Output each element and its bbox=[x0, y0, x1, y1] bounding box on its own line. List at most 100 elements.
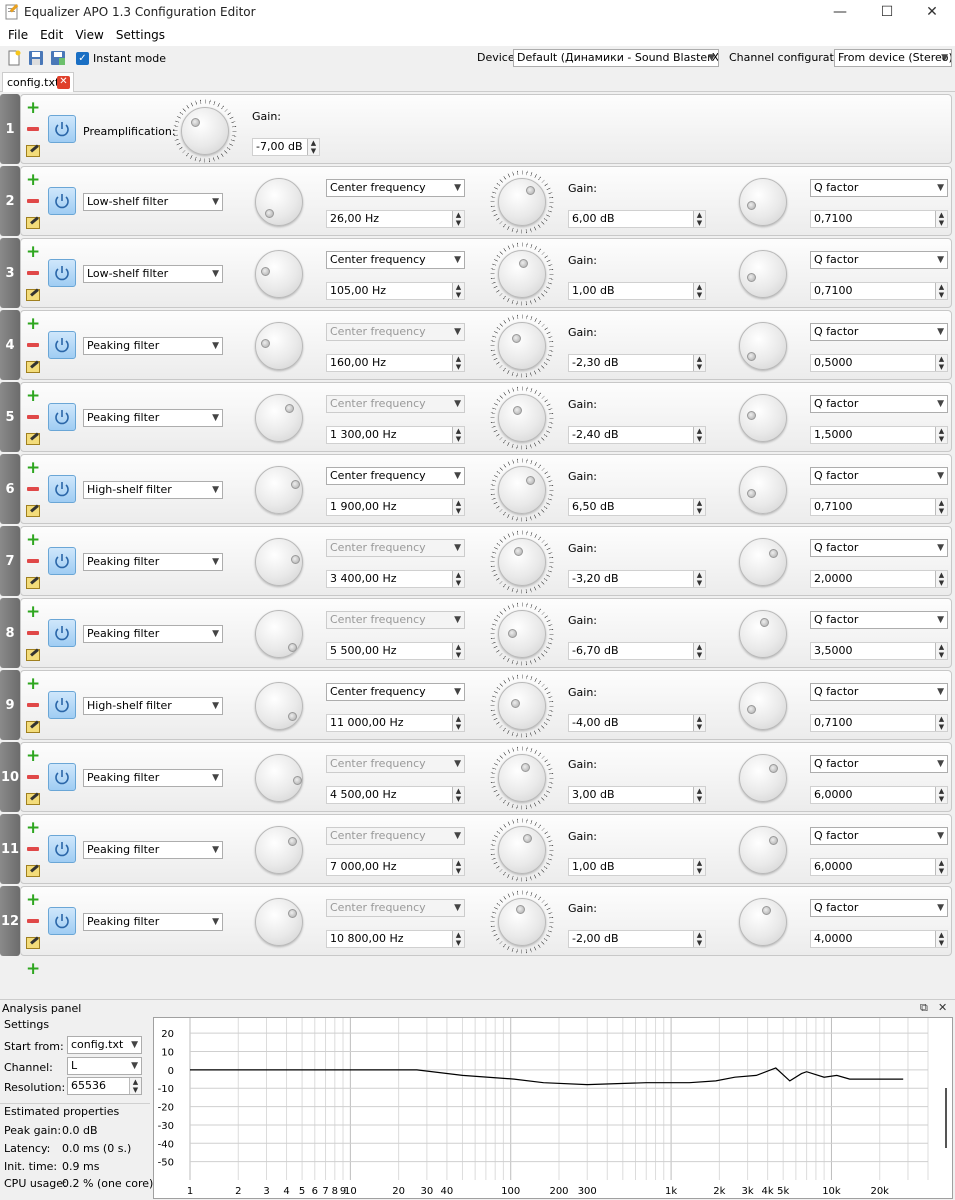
gain-knob[interactable] bbox=[498, 826, 546, 874]
spin-arrows-icon[interactable]: ▲ ▼ bbox=[452, 715, 464, 731]
frequency-param-select[interactable]: Center frequency ▼ bbox=[326, 467, 465, 485]
remove-filter-icon[interactable] bbox=[26, 482, 40, 496]
spin-arrows-icon[interactable]: ▲ ▼ bbox=[693, 931, 705, 947]
q-param-select[interactable]: Q factor ▼ bbox=[810, 899, 948, 917]
q-param-select[interactable]: Q factor ▼ bbox=[810, 539, 948, 557]
remove-filter-icon[interactable] bbox=[26, 410, 40, 424]
q-factor-input[interactable]: 1,5000 ▲ ▼ bbox=[810, 426, 948, 444]
spin-arrows-icon[interactable]: ▲ ▼ bbox=[693, 355, 705, 371]
q-factor-input[interactable]: 0,7100 ▲ ▼ bbox=[810, 714, 948, 732]
gain-input[interactable]: 6,50 dB ▲ ▼ bbox=[568, 498, 706, 516]
remove-filter-icon[interactable] bbox=[26, 842, 40, 856]
edit-filter-icon[interactable] bbox=[26, 503, 40, 517]
frequency-param-select[interactable]: Center frequency ▼ bbox=[326, 899, 465, 917]
frequency-param-select[interactable]: Center frequency ▼ bbox=[326, 611, 465, 629]
gain-input[interactable]: -3,20 dB ▲ ▼ bbox=[568, 570, 706, 588]
frequency-param-select[interactable]: Center frequency ▼ bbox=[326, 683, 465, 701]
remove-filter-icon[interactable] bbox=[26, 266, 40, 280]
filter-type-select[interactable]: Peaking filter ▼ bbox=[83, 625, 223, 643]
add-filter-icon[interactable]: + bbox=[26, 388, 40, 405]
frequency-knob[interactable] bbox=[255, 826, 303, 874]
edit-filter-icon[interactable] bbox=[26, 935, 40, 949]
remove-filter-icon[interactable] bbox=[26, 554, 40, 568]
q-factor-input[interactable]: 6,0000 ▲ ▼ bbox=[810, 786, 948, 804]
q-param-select[interactable]: Q factor ▼ bbox=[810, 827, 948, 845]
q-factor-input[interactable]: 0,5000 ▲ ▼ bbox=[810, 354, 948, 372]
gain-input[interactable]: -2,40 dB ▲ ▼ bbox=[568, 426, 706, 444]
power-toggle-button[interactable] bbox=[48, 331, 76, 359]
filter-type-select[interactable]: Low-shelf filter ▼ bbox=[83, 265, 223, 283]
q-param-select[interactable]: Q factor ▼ bbox=[810, 179, 948, 197]
frequency-input[interactable]: 160,00 Hz ▲ ▼ bbox=[326, 354, 465, 372]
remove-filter-icon[interactable] bbox=[26, 770, 40, 784]
q-param-select[interactable]: Q factor ▼ bbox=[810, 611, 948, 629]
add-filter-icon[interactable]: + bbox=[26, 316, 40, 333]
gain-input[interactable]: -4,00 dB ▲ ▼ bbox=[568, 714, 706, 732]
q-factor-knob[interactable] bbox=[739, 754, 787, 802]
spin-arrows-icon[interactable]: ▲ ▼ bbox=[935, 859, 947, 875]
q-param-select[interactable]: Q factor ▼ bbox=[810, 755, 948, 773]
spin-arrows-icon[interactable]: ▲ ▼ bbox=[935, 931, 947, 947]
add-filter-icon[interactable]: + bbox=[26, 820, 40, 837]
spin-arrows-icon[interactable]: ▲ ▼ bbox=[452, 643, 464, 659]
power-toggle-button[interactable] bbox=[48, 115, 76, 143]
spin-arrows-icon[interactable]: ▲ ▼ bbox=[452, 931, 464, 947]
add-filter-icon[interactable]: + bbox=[26, 676, 40, 693]
filter-type-select[interactable]: High-shelf filter ▼ bbox=[83, 697, 223, 715]
filter-type-select[interactable]: Peaking filter ▼ bbox=[83, 337, 223, 355]
frequency-input[interactable]: 1 900,00 Hz ▲ ▼ bbox=[326, 498, 465, 516]
q-factor-knob[interactable] bbox=[739, 250, 787, 298]
spin-arrows-icon[interactable]: ▲ ▼ bbox=[693, 427, 705, 443]
add-filter-bottom-icon[interactable]: + bbox=[26, 961, 40, 978]
spin-arrows-icon[interactable]: ▲ ▼ bbox=[693, 283, 705, 299]
q-factor-knob[interactable] bbox=[739, 610, 787, 658]
edit-filter-icon[interactable] bbox=[26, 575, 40, 589]
close-window-button[interactable]: ✕ bbox=[909, 0, 955, 24]
frequency-param-select[interactable]: Center frequency ▼ bbox=[326, 827, 465, 845]
frequency-knob[interactable] bbox=[255, 538, 303, 586]
spin-arrows-icon[interactable]: ▲ ▼ bbox=[452, 355, 464, 371]
q-param-select[interactable]: Q factor ▼ bbox=[810, 251, 948, 269]
spin-arrows-icon[interactable]: ▲ ▼ bbox=[935, 787, 947, 803]
spin-arrows-icon[interactable]: ▲ ▼ bbox=[693, 787, 705, 803]
q-factor-knob[interactable] bbox=[739, 538, 787, 586]
preamp-gain-knob[interactable] bbox=[181, 107, 229, 155]
spin-arrows-icon[interactable]: ▲ ▼ bbox=[693, 643, 705, 659]
q-param-select[interactable]: Q factor ▼ bbox=[810, 467, 948, 485]
frequency-input[interactable]: 105,00 Hz ▲ ▼ bbox=[326, 282, 465, 300]
instant-mode-checkbox[interactable]: ✓ bbox=[76, 51, 89, 65]
gain-input[interactable]: -2,30 dB ▲ ▼ bbox=[568, 354, 706, 372]
q-factor-knob[interactable] bbox=[739, 826, 787, 874]
q-factor-knob[interactable] bbox=[739, 178, 787, 226]
start-from-select[interactable]: config.txt ▼ bbox=[67, 1036, 142, 1054]
power-toggle-button[interactable] bbox=[48, 907, 76, 935]
power-toggle-button[interactable] bbox=[48, 763, 76, 791]
frequency-param-select[interactable]: Center frequency ▼ bbox=[326, 323, 465, 341]
spin-arrows-icon[interactable]: ▲ ▼ bbox=[693, 499, 705, 515]
q-factor-knob[interactable] bbox=[739, 898, 787, 946]
remove-filter-icon[interactable] bbox=[26, 698, 40, 712]
frequency-knob[interactable] bbox=[255, 610, 303, 658]
frequency-input[interactable]: 3 400,00 Hz ▲ ▼ bbox=[326, 570, 465, 588]
gain-knob[interactable] bbox=[498, 466, 546, 514]
q-factor-input[interactable]: 0,7100 ▲ ▼ bbox=[810, 210, 948, 228]
filter-type-select[interactable]: Peaking filter ▼ bbox=[83, 553, 223, 571]
frequency-param-select[interactable]: Center frequency ▼ bbox=[326, 395, 465, 413]
edit-filter-icon[interactable] bbox=[26, 863, 40, 877]
add-filter-icon[interactable]: + bbox=[26, 100, 40, 117]
float-panel-icon[interactable]: ⧉ bbox=[920, 1001, 928, 1015]
q-factor-input[interactable]: 0,7100 ▲ ▼ bbox=[810, 282, 948, 300]
remove-filter-icon[interactable] bbox=[26, 914, 40, 928]
spin-arrows-icon[interactable]: ▲ ▼ bbox=[452, 499, 464, 515]
spin-arrows-icon[interactable]: ▲ ▼ bbox=[935, 715, 947, 731]
frequency-param-select[interactable]: Center frequency ▼ bbox=[326, 539, 465, 557]
preamp-gain-input[interactable]: -7,00 dB ▲ ▼ bbox=[252, 138, 320, 156]
frequency-param-select[interactable]: Center frequency ▼ bbox=[326, 251, 465, 269]
add-filter-icon[interactable]: + bbox=[26, 748, 40, 765]
filter-type-select[interactable]: Peaking filter ▼ bbox=[83, 409, 223, 427]
spin-arrows-icon[interactable]: ▲ ▼ bbox=[935, 355, 947, 371]
frequency-knob[interactable] bbox=[255, 394, 303, 442]
q-factor-knob[interactable] bbox=[739, 322, 787, 370]
spin-arrows-icon[interactable]: ▲ ▼ bbox=[935, 571, 947, 587]
add-filter-icon[interactable]: + bbox=[26, 892, 40, 909]
